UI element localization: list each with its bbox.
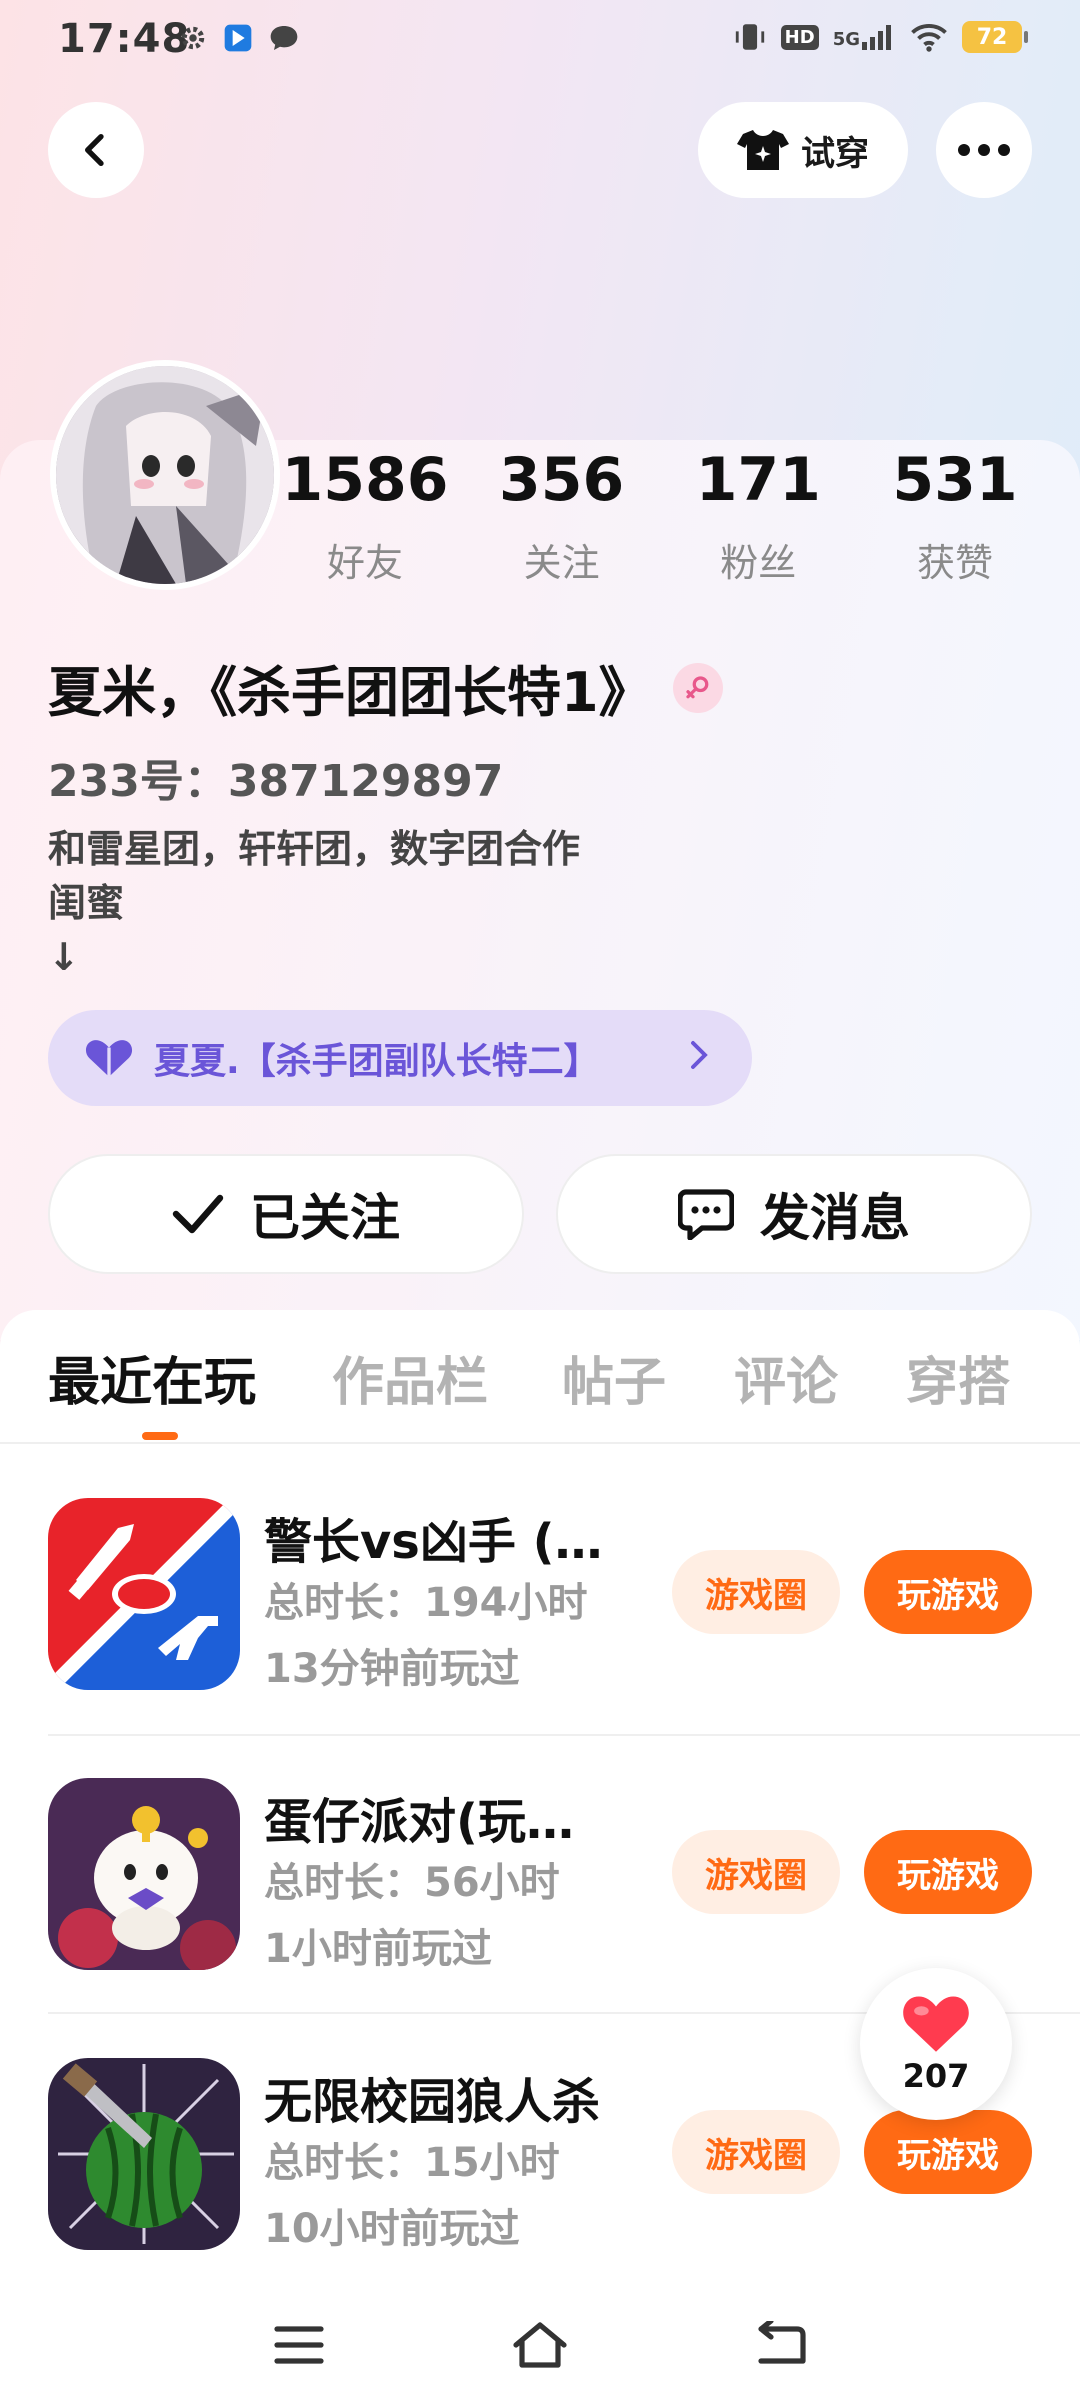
send-message-button[interactable]: 发消息 <box>556 1154 1032 1274</box>
back-arrow-icon <box>85 134 104 166</box>
game-title: 无限校园狼人杀 <box>264 2074 601 2130</box>
tab-comments[interactable]: 评论 <box>734 1340 838 1415</box>
system-nav-bar <box>0 2290 1080 2400</box>
more-dots-icon <box>958 144 1010 156</box>
bio-line: 闺蜜 <box>48 881 125 925</box>
send-message-label: 发消息 <box>760 1189 910 1247</box>
wifi-icon <box>911 24 947 52</box>
bio: 和雷星团，轩轩团，数字团合作 闺蜜 ↓ <box>48 822 580 984</box>
checkmark-icon <box>172 1194 224 1234</box>
game-last-played: 1小时前玩过 <box>264 1926 492 1972</box>
shirt-icon <box>737 130 789 170</box>
stat-value: 171 <box>695 445 821 515</box>
cp-relationship-chip[interactable]: 夏夏.【杀手团副队长特二】 <box>48 1010 752 1106</box>
vibrate-icon <box>735 24 764 50</box>
account-id: 233号：387129897 <box>48 756 504 807</box>
stat-value: 356 <box>499 445 625 515</box>
game-circle-button[interactable]: 游戏圈 <box>672 2110 840 2194</box>
game-icon-eggy-party[interactable] <box>48 1778 240 1970</box>
stat-label: 好友 <box>326 541 403 585</box>
game-title: 蛋仔派对(玩… <box>264 1794 574 1850</box>
tab-outfits[interactable]: 穿搭 <box>906 1340 1010 1415</box>
tab-posts[interactable]: 帖子 <box>562 1340 666 1415</box>
avatar-character-image <box>56 366 274 584</box>
cellular-signal-icon: 5G <box>833 24 896 50</box>
game-playtime: 总时长：56小时 <box>264 1860 560 1906</box>
try-on-button[interactable]: 试穿 <box>698 102 908 198</box>
game-list-item[interactable]: 警长vs凶手 (… 总时长：194小时 13分钟前玩过 游戏圈 玩游戏 <box>0 1498 1080 1778</box>
game-circle-button[interactable]: 游戏圈 <box>672 1830 840 1914</box>
game-circle-button[interactable]: 游戏圈 <box>672 1550 840 1634</box>
chevron-right-icon <box>688 1038 710 1079</box>
settings-gear-icon <box>181 26 205 50</box>
followed-label: 已关注 <box>250 1189 400 1247</box>
bio-line: 和雷星团，轩轩团，数字团合作 <box>48 827 581 871</box>
status-icons-left <box>178 22 300 54</box>
stat-label: 粉丝 <box>720 541 797 585</box>
status-bar: 17:48 HD 5G 72 <box>0 0 1080 84</box>
chat-bubble-icon <box>270 26 298 50</box>
like-floating-button[interactable]: 207 <box>860 1968 1012 2120</box>
username: 夏米，《杀手团团长特1》 <box>48 661 653 724</box>
status-time: 17:48 <box>58 16 191 62</box>
message-bubble-icon <box>678 1189 734 1240</box>
stats-row: 1586 好友 356 关注 171 粉丝 531 获赞 <box>270 450 1050 587</box>
app-notification-icon <box>224 24 252 52</box>
more-options-button[interactable] <box>936 102 1032 198</box>
stat-friends[interactable]: 1586 好友 <box>270 450 460 587</box>
back-button[interactable] <box>48 102 144 198</box>
stat-value: 531 <box>892 445 1018 515</box>
red-heart-icon <box>903 1996 969 2052</box>
home-icon[interactable] <box>510 2319 570 2371</box>
game-icon-werewolf-campus[interactable] <box>48 2058 240 2250</box>
play-game-button[interactable]: 玩游戏 <box>864 1830 1032 1914</box>
followed-button[interactable]: 已关注 <box>48 1154 524 1274</box>
tab-recently-played[interactable]: 最近在玩 <box>48 1340 256 1415</box>
stat-label: 关注 <box>523 541 600 585</box>
bio-line: ↓ <box>48 935 80 979</box>
game-last-played: 10小时前玩过 <box>264 2206 520 2252</box>
play-game-button[interactable]: 玩游戏 <box>864 1550 1032 1634</box>
stat-following[interactable]: 356 关注 <box>467 450 657 587</box>
row-divider <box>48 1734 1080 1736</box>
game-icon-sheriff-vs-killer[interactable] <box>48 1498 240 1690</box>
network-type: 5G <box>832 29 860 50</box>
stat-likes[interactable]: 531 获赞 <box>860 450 1050 587</box>
stat-followers[interactable]: 171 粉丝 <box>663 450 853 587</box>
active-tab-indicator <box>142 1432 178 1440</box>
battery-icon: 72 <box>962 21 1028 53</box>
game-playtime: 总时长：194小时 <box>264 1580 588 1626</box>
stat-label: 获赞 <box>916 541 993 585</box>
game-title: 警长vs凶手 (… <box>264 1514 603 1570</box>
female-gender-icon <box>672 662 723 713</box>
back-nav-icon[interactable] <box>753 2321 809 2369</box>
like-count: 207 <box>902 2057 970 2095</box>
username-row: 夏米，《杀手团团长特1》 <box>48 648 723 727</box>
game-playtime: 总时长：15小时 <box>264 2140 560 2186</box>
game-last-played: 13分钟前玩过 <box>264 1646 520 1692</box>
stat-value: 1586 <box>281 445 449 515</box>
cp-name: 夏夏.【杀手团副队长特二】 <box>154 1041 600 1082</box>
tab-works[interactable]: 作品栏 <box>332 1340 488 1415</box>
play-game-button[interactable]: 玩游戏 <box>864 2110 1032 2194</box>
hd-badge: HD <box>780 24 819 50</box>
avatar[interactable] <box>50 360 280 590</box>
status-icons-right: HD 5G 72 <box>733 20 1028 54</box>
tab-divider <box>0 1442 1080 1444</box>
try-on-label: 试穿 <box>801 133 869 174</box>
menu-icon[interactable] <box>271 2323 327 2367</box>
tab-bar: 最近在玩 作品栏 帖子 评论 穿搭 <box>0 1340 1080 1440</box>
purple-heart-icon <box>85 1040 133 1077</box>
